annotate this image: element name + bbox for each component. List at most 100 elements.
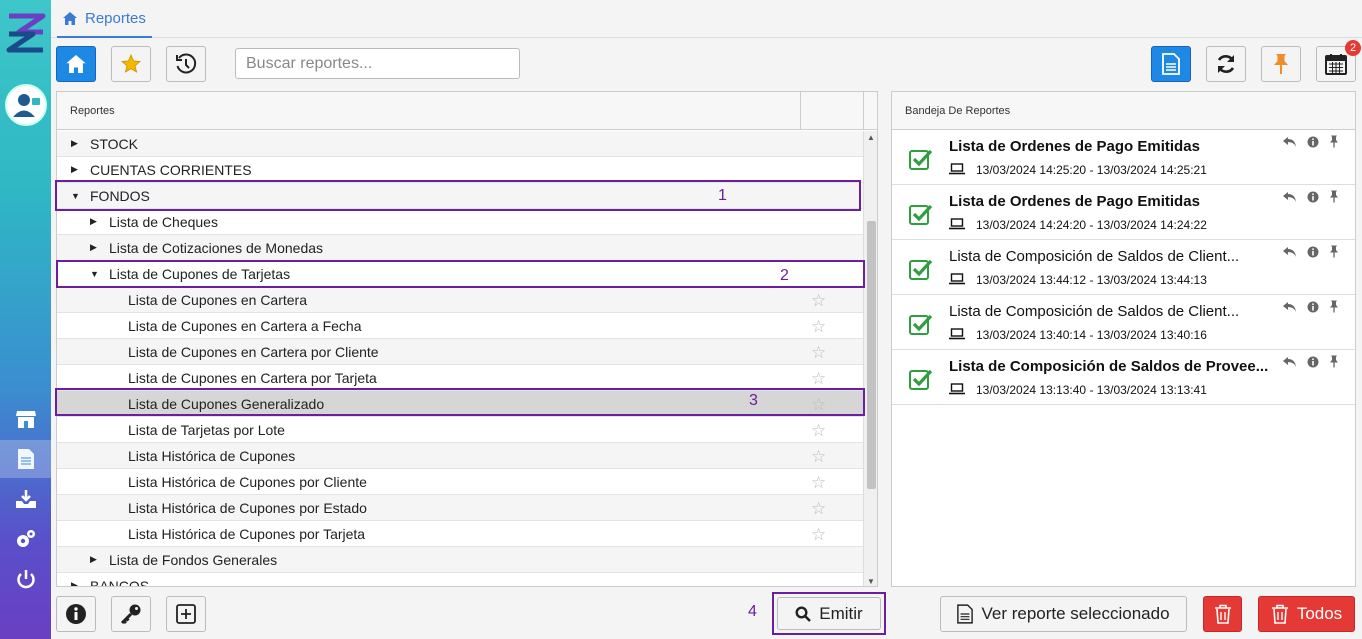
sidebar-item-reports[interactable] <box>0 440 51 478</box>
refresh-button[interactable] <box>1206 46 1246 82</box>
pin-icon[interactable] <box>1329 355 1339 368</box>
key-button[interactable] <box>111 596 151 632</box>
tree-row[interactable]: Lista de Tarjetas por Lote ☆ <box>57 417 863 443</box>
bandeja-entry[interactable]: Lista de Ordenes de Pago Emitidas 13/03/2… <box>892 185 1355 240</box>
favorite-star-icon[interactable]: ☆ <box>811 369 826 389</box>
checkbox-checked-icon[interactable] <box>909 258 933 280</box>
info-button[interactable] <box>56 596 96 632</box>
sidebar-item-settings[interactable] <box>0 520 51 558</box>
favorite-star-icon[interactable]: ☆ <box>811 447 826 467</box>
caret-right-icon[interactable]: ▶ <box>90 242 100 253</box>
favorite-star-icon[interactable]: ☆ <box>811 421 826 441</box>
reply-icon[interactable] <box>1283 246 1297 258</box>
caret-right-icon[interactable]: ▶ <box>90 216 100 227</box>
sidebar-item-logout[interactable] <box>0 560 51 598</box>
emitir-label: Emitir <box>819 603 863 623</box>
favorite-star-icon[interactable]: ☆ <box>811 291 826 311</box>
caret-right-icon[interactable]: ▶ <box>71 164 81 175</box>
caret-right-icon[interactable]: ▶ <box>71 580 81 586</box>
header-divider <box>863 92 864 130</box>
favorites-button[interactable] <box>111 46 151 82</box>
checkbox-checked-icon[interactable] <box>909 203 933 225</box>
emitir-button[interactable]: Emitir <box>777 597 881 630</box>
info-icon[interactable] <box>1307 301 1319 313</box>
bandeja-entry[interactable]: Lista de Composición de Saldos de Client… <box>892 295 1355 350</box>
calendar-button[interactable]: 2 <box>1316 40 1361 82</box>
tree-row[interactable]: ▶ STOCK <box>57 131 863 157</box>
scroll-up-icon[interactable]: ▲ <box>867 133 875 142</box>
pin-icon[interactable] <box>1329 135 1339 148</box>
download-tray-icon <box>15 490 36 508</box>
bandeja-entry[interactable]: Lista de Composición de Saldos de Provee… <box>892 350 1355 405</box>
search-input[interactable] <box>235 48 520 79</box>
favorite-star-icon[interactable]: ☆ <box>811 499 826 519</box>
tree-row[interactable]: ▶ Lista de Cheques <box>57 209 863 235</box>
tree-row[interactable]: Lista Histórica de Cupones por Cliente ☆ <box>57 469 863 495</box>
sidebar-item-store[interactable] <box>0 400 51 438</box>
info-icon[interactable] <box>1307 246 1319 258</box>
reply-icon[interactable] <box>1283 136 1297 148</box>
checkbox-checked-icon[interactable] <box>909 368 933 390</box>
info-icon[interactable] <box>1307 191 1319 203</box>
bandeja-entry-dates: 13/03/2024 14:25:20 - 13/03/2024 14:25:2… <box>976 163 1207 177</box>
reply-icon[interactable] <box>1283 301 1297 313</box>
home-icon <box>66 55 86 73</box>
pin-button[interactable] <box>1261 46 1301 82</box>
reply-icon[interactable] <box>1283 191 1297 203</box>
reply-icon[interactable] <box>1283 356 1297 368</box>
checkbox-checked-icon[interactable] <box>909 148 933 170</box>
scroll-down-icon[interactable]: ▼ <box>867 577 875 586</box>
bandeja-entry[interactable]: Lista de Ordenes de Pago Emitidas 13/03/2… <box>892 130 1355 185</box>
delete-button[interactable] <box>1203 596 1242 632</box>
sidebar <box>0 0 51 639</box>
app-logo <box>5 12 47 54</box>
reports-header-label: Reportes <box>70 104 115 117</box>
reports-tray-button[interactable] <box>1151 46 1191 82</box>
bandeja-header-label: Bandeja De Reportes <box>905 104 1011 117</box>
bandeja-panel: Bandeja De Reportes Lista de Ordenes de … <box>891 91 1356 587</box>
tree-row[interactable]: Lista Histórica de Cupones ☆ <box>57 443 863 469</box>
favorite-star-icon[interactable]: ☆ <box>811 343 826 363</box>
tree-row[interactable]: Lista de Cupones en Cartera a Fecha ☆ <box>57 313 863 339</box>
info-icon[interactable] <box>1307 136 1319 148</box>
tree-row[interactable]: Lista Histórica de Cupones por Estado ☆ <box>57 495 863 521</box>
bandeja-entry-dates: 13/03/2024 13:44:12 - 13/03/2024 13:44:1… <box>976 273 1207 287</box>
view-selected-report-button[interactable]: Ver reporte seleccionado <box>940 596 1187 632</box>
pin-icon[interactable] <box>1329 190 1339 203</box>
info-icon <box>66 604 86 624</box>
info-icon[interactable] <box>1307 356 1319 368</box>
reports-scrollbar[interactable]: ▲ ▼ <box>863 131 877 586</box>
tree-row[interactable]: Lista de Cupones en Cartera ☆ <box>57 287 863 313</box>
favorite-star-icon[interactable]: ☆ <box>811 525 826 545</box>
document-icon <box>957 604 974 624</box>
history-button[interactable] <box>166 46 206 82</box>
pin-icon[interactable] <box>1329 300 1339 313</box>
tree-row-label: Lista de Tarjetas por Lote <box>128 421 285 438</box>
gears-icon <box>16 530 35 547</box>
favorite-star-icon[interactable]: ☆ <box>811 317 826 337</box>
tree-row-label: Lista de Cupones en Cartera a Fecha <box>128 317 362 334</box>
laptop-icon <box>949 273 965 285</box>
caret-right-icon[interactable]: ▶ <box>71 138 81 149</box>
add-button[interactable] <box>166 596 206 632</box>
user-avatar[interactable] <box>5 84 47 126</box>
caret-right-icon[interactable]: ▶ <box>90 554 100 565</box>
annotation-number-1: 1 <box>718 187 727 204</box>
bandeja-entry[interactable]: Lista de Composición de Saldos de Client… <box>892 240 1355 295</box>
tab-reportes[interactable]: Reportes <box>57 0 152 38</box>
favorite-star-icon[interactable]: ☆ <box>811 473 826 493</box>
sidebar-item-download[interactable] <box>0 480 51 518</box>
pin-icon[interactable] <box>1329 245 1339 258</box>
bandeja-entry-dates: 13/03/2024 14:24:20 - 13/03/2024 14:24:2… <box>976 218 1207 232</box>
tree-row[interactable]: Lista de Cupones en Cartera por Cliente ☆ <box>57 339 863 365</box>
bandeja-entry-actions <box>1283 300 1339 313</box>
tree-row[interactable]: ▶ BANCOS <box>57 573 863 587</box>
tree-row[interactable]: ▶ Lista de Cotizaciones de Monedas <box>57 235 863 261</box>
home-button[interactable] <box>56 46 96 82</box>
checkbox-checked-icon[interactable] <box>909 313 933 335</box>
tree-row[interactable]: ▶ Lista de Fondos Generales <box>57 547 863 573</box>
scroll-thumb[interactable] <box>867 221 876 489</box>
history-icon <box>176 53 197 74</box>
tree-row[interactable]: Lista Histórica de Cupones por Tarjeta ☆ <box>57 521 863 547</box>
delete-all-button[interactable]: Todos <box>1258 596 1355 632</box>
